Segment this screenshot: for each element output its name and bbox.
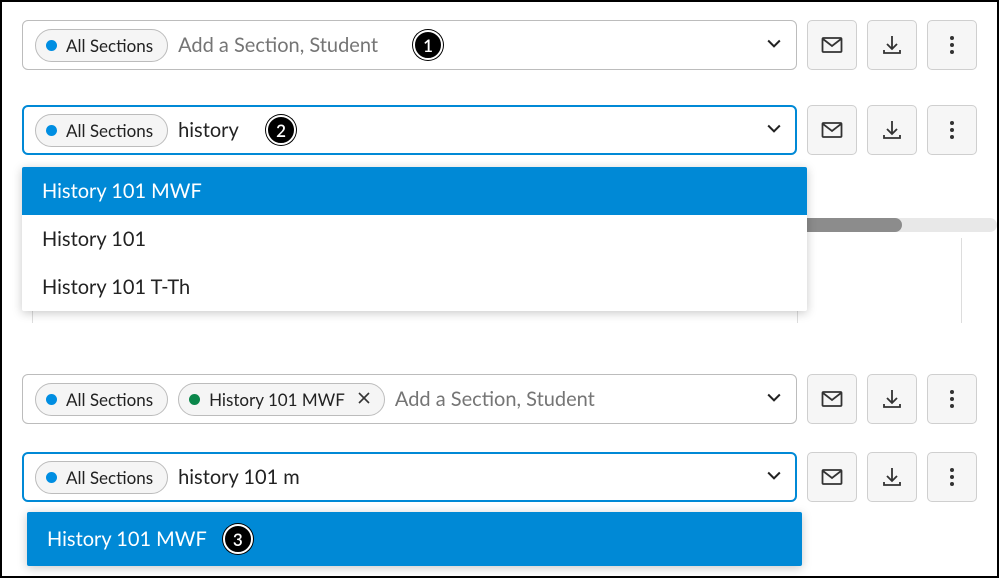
more-options-button[interactable] (927, 452, 977, 502)
more-vertical-icon (940, 465, 964, 489)
message-button[interactable] (807, 105, 857, 155)
mail-icon (820, 33, 844, 57)
more-options-button[interactable] (927, 374, 977, 424)
horizontal-scrollbar[interactable] (792, 218, 902, 232)
more-options-button[interactable] (927, 20, 977, 70)
dropdown-option[interactable]: History 101 (22, 215, 807, 263)
mail-icon (820, 465, 844, 489)
callout-marker-3: 3 (223, 524, 253, 554)
status-dot-icon (189, 394, 200, 405)
section-search-input[interactable] (178, 33, 756, 57)
section-search-input[interactable] (178, 465, 756, 489)
download-button[interactable] (867, 452, 917, 502)
section-search-input[interactable] (178, 118, 756, 142)
chip-label: All Sections (66, 35, 153, 56)
download-icon (880, 387, 904, 411)
status-dot-icon (46, 394, 57, 405)
close-icon (358, 392, 370, 404)
message-button[interactable] (807, 374, 857, 424)
status-dot-icon (46, 472, 57, 483)
filter-row-2: All Sections 2 (22, 105, 977, 155)
mail-icon (820, 118, 844, 142)
download-icon (880, 465, 904, 489)
chevron-down-icon[interactable] (764, 33, 784, 57)
section-filter-input-container[interactable]: All Sections 2 (22, 105, 797, 155)
section-search-input[interactable] (395, 387, 756, 411)
download-icon (880, 33, 904, 57)
more-vertical-icon (940, 33, 964, 57)
mail-icon (820, 387, 844, 411)
chip-label: All Sections (66, 467, 153, 488)
chevron-down-icon[interactable] (764, 118, 784, 142)
dropdown-option[interactable]: History 101 MWF (22, 167, 807, 215)
download-icon (880, 118, 904, 142)
dropdown-option[interactable]: History 101 T-Th (22, 263, 807, 311)
status-dot-icon (46, 40, 57, 51)
message-button[interactable] (807, 20, 857, 70)
chip-all-sections[interactable]: All Sections (35, 461, 168, 494)
chip-section-history-mwf[interactable]: History 101 MWF (178, 383, 385, 416)
download-button[interactable] (867, 374, 917, 424)
more-options-button[interactable] (927, 105, 977, 155)
more-vertical-icon (940, 387, 964, 411)
download-button[interactable] (867, 105, 917, 155)
section-filter-input-container[interactable]: All Sections History 101 MWF (22, 374, 797, 424)
chevron-down-icon[interactable] (764, 387, 784, 411)
section-dropdown: History 101 MWF History 101 History 101 … (22, 167, 807, 311)
dropdown-option[interactable]: History 101 MWF 3 (27, 512, 802, 566)
filter-row-1: All Sections 1 (22, 20, 977, 70)
chip-label: All Sections (66, 389, 153, 410)
callout-marker-2: 2 (266, 115, 296, 145)
download-button[interactable] (867, 20, 917, 70)
chip-all-sections[interactable]: All Sections (35, 383, 168, 416)
more-vertical-icon (940, 118, 964, 142)
remove-chip-button[interactable] (358, 390, 370, 408)
chip-all-sections[interactable]: All Sections (35, 29, 168, 62)
filter-row-4: All Sections (22, 452, 977, 502)
callout-marker-1: 1 (413, 30, 443, 60)
chip-label: History 101 MWF (209, 389, 345, 410)
filter-row-3: All Sections History 101 MWF (22, 374, 977, 424)
section-filter-input-container[interactable]: All Sections 1 (22, 20, 797, 70)
chip-label: All Sections (66, 120, 153, 141)
chip-all-sections[interactable]: All Sections (35, 114, 168, 147)
status-dot-icon (46, 125, 57, 136)
section-dropdown: History 101 MWF 3 (27, 512, 802, 566)
message-button[interactable] (807, 452, 857, 502)
grid-line (961, 238, 962, 323)
section-filter-input-container[interactable]: All Sections (22, 452, 797, 502)
chevron-down-icon[interactable] (764, 465, 784, 489)
